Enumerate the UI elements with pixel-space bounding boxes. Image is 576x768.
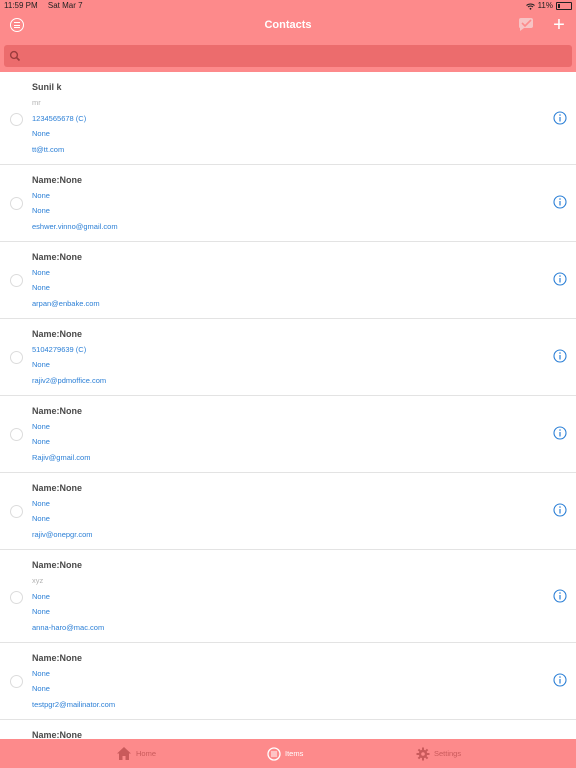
contact-name: Name:None (32, 406, 83, 416)
contact-name: Name:None (32, 653, 83, 663)
gear-icon (416, 747, 430, 760)
tab-settings-label: Settings (434, 749, 462, 758)
search-icon (9, 50, 21, 62)
contact-name: Sunil k (32, 82, 62, 92)
info-icon[interactable] (553, 426, 567, 440)
info-icon[interactable] (553, 673, 567, 687)
contact-name: Name:None (32, 560, 83, 570)
contact-row[interactable]: Name:None None None Rajiv@gmail.com (0, 396, 576, 473)
contact-name: Name:None (32, 329, 83, 339)
contact-name: Name:None (32, 730, 83, 739)
select-radio[interactable] (10, 428, 23, 441)
contact-name: Name:None (32, 483, 83, 493)
contact-phone[interactable]: None (32, 191, 50, 200)
contact-email[interactable]: arpan@enbake.com (32, 299, 100, 308)
select-radio[interactable] (10, 351, 23, 364)
contact-email[interactable]: rajiv@onepgr.com (32, 530, 93, 539)
contact-field: None (32, 206, 50, 215)
contact-email[interactable]: anna-haro@mac.com (32, 623, 104, 632)
contact-row[interactable]: Name:None None None eshwer.vinno@gmail.c… (0, 165, 576, 242)
info-icon[interactable] (553, 589, 567, 603)
chat-check-icon[interactable] (517, 17, 535, 33)
contact-phone[interactable]: None (32, 422, 50, 431)
contact-phone[interactable]: None (32, 669, 50, 678)
status-bar: 11:59 PM Sat Mar 7 11% (0, 0, 576, 12)
info-icon[interactable] (553, 349, 567, 363)
contact-field: None (32, 283, 50, 292)
contact-field: None (32, 684, 50, 693)
tab-bar: Home Items Settings (0, 739, 576, 768)
contact-subtitle: xyz (32, 576, 44, 585)
status-date: Sat Mar 7 (47, 1, 83, 10)
contact-name: Name:None (32, 175, 83, 185)
tab-items[interactable]: Items (267, 739, 303, 768)
search-bar[interactable] (4, 45, 572, 67)
tab-settings[interactable]: Settings (416, 739, 461, 768)
info-icon[interactable] (553, 111, 567, 125)
contact-name: Name:None (32, 252, 83, 262)
contact-email[interactable]: eshwer.vinno@gmail.com (32, 222, 118, 231)
select-radio[interactable] (10, 505, 23, 518)
contact-phone[interactable]: 1234565678 (C) (32, 114, 86, 123)
contact-field: None (32, 360, 50, 369)
select-radio[interactable] (10, 113, 23, 126)
contact-email[interactable]: tt@tt.com (32, 145, 64, 154)
header: 11:59 PM Sat Mar 7 11% Contacts + (0, 0, 576, 72)
tab-home-label: Home (136, 749, 157, 758)
contact-list: Sunil k mr 1234565678 (C) None tt@tt.com… (0, 72, 576, 739)
info-icon[interactable] (553, 272, 567, 286)
contact-phone[interactable]: 5104279639 (C) (32, 345, 86, 354)
wifi-icon (525, 3, 535, 10)
contact-field: None (32, 437, 50, 446)
contact-row[interactable]: Sunil k mr 1234565678 (C) None tt@tt.com (0, 72, 576, 165)
contact-row[interactable]: Name:None None None rajiv@onepgr.com (0, 473, 576, 550)
contact-row[interactable]: Name:None (0, 720, 576, 739)
contact-phone[interactable]: None (32, 499, 50, 508)
contact-row[interactable]: Name:None None None testpgr2@mailinator.… (0, 643, 576, 720)
status-right: 11% (525, 0, 572, 12)
contact-email[interactable]: rajiv2@pdmoffice.com (32, 376, 106, 385)
select-radio[interactable] (10, 197, 23, 210)
select-radio[interactable] (10, 274, 23, 287)
add-contact-button[interactable]: + (551, 15, 567, 35)
info-icon[interactable] (553, 503, 567, 517)
contact-subtitle: mr (32, 98, 41, 107)
select-radio[interactable] (10, 675, 23, 688)
info-icon[interactable] (553, 195, 567, 209)
contact-field: None (32, 129, 50, 138)
contact-row[interactable]: Name:None xyz None None anna-haro@mac.co… (0, 550, 576, 643)
status-left: 11:59 PM Sat Mar 7 (4, 0, 91, 12)
contact-field: None (32, 607, 50, 616)
search-input[interactable] (26, 47, 570, 67)
home-icon (117, 747, 131, 760)
tab-items-label: Items (285, 749, 304, 758)
contact-email[interactable]: testpgr2@mailinator.com (32, 700, 115, 709)
page-title: Contacts (264, 19, 312, 31)
tab-home[interactable]: Home (116, 739, 156, 768)
battery-icon (556, 2, 572, 10)
contact-field: None (32, 514, 50, 523)
select-radio[interactable] (10, 591, 23, 604)
battery-percent: 11% (537, 1, 553, 10)
contact-phone[interactable]: None (32, 268, 50, 277)
contact-row[interactable]: Name:None 5104279639 (C) None rajiv2@pdm… (0, 319, 576, 396)
contact-row[interactable]: Name:None None None arpan@enbake.com (0, 242, 576, 319)
nav-bar: Contacts + (0, 12, 576, 40)
contact-email[interactable]: Rajiv@gmail.com (32, 453, 90, 462)
status-time: 11:59 PM (4, 1, 38, 10)
list-icon (267, 746, 281, 761)
contact-phone[interactable]: None (32, 592, 50, 601)
